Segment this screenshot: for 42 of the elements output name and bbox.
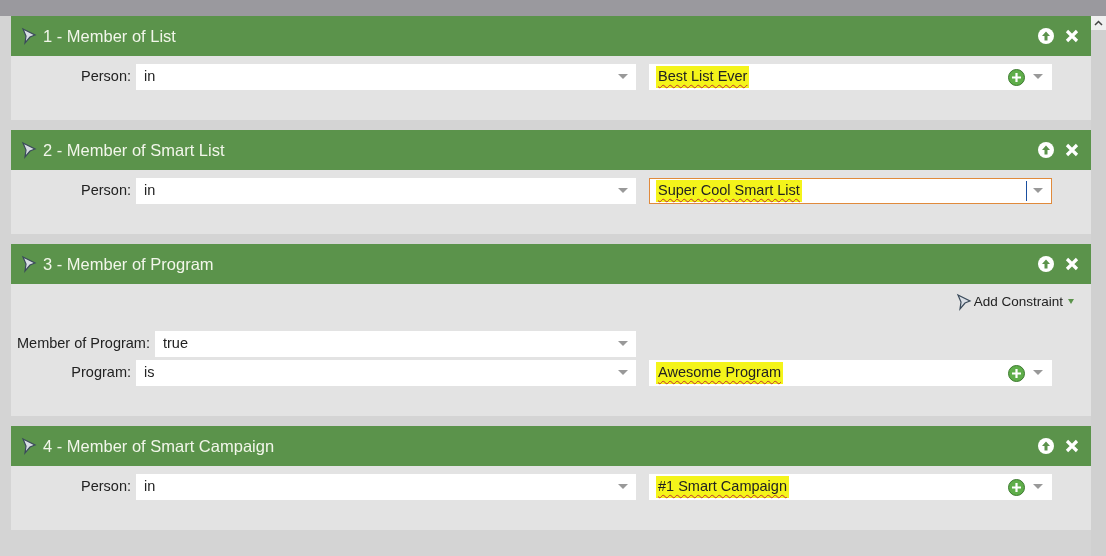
caret-icon xyxy=(618,341,628,348)
field-label: Person: xyxy=(80,67,132,87)
add-icon[interactable] xyxy=(1008,364,1025,382)
filter-title: 3 - Member of Program xyxy=(43,253,214,275)
move-up-icon[interactable] xyxy=(1038,28,1054,44)
value-field[interactable]: Awesome Program xyxy=(649,360,1052,387)
operator-dropdown[interactable]: is xyxy=(136,360,636,387)
field-label: Member of Program: xyxy=(16,334,151,354)
caret-icon xyxy=(1033,188,1043,194)
add-constraint-link[interactable]: Add Constraint xyxy=(973,292,1063,313)
operator-dropdown[interactable]: in xyxy=(136,474,636,501)
filter-title: 4 - Member of Smart Campaign xyxy=(43,435,275,457)
close-icon[interactable] xyxy=(1065,143,1079,157)
caret-icon xyxy=(1033,484,1043,491)
close-icon[interactable] xyxy=(1065,29,1079,43)
filter-title: 2 - Member of Smart List xyxy=(43,139,225,161)
caret-icon xyxy=(1033,74,1043,80)
caret-icon xyxy=(1033,370,1043,377)
scrollbar[interactable] xyxy=(1091,16,1106,556)
caret-icon xyxy=(618,188,628,194)
filter-title: 1 - Member of List xyxy=(43,25,176,47)
caret-icon xyxy=(618,74,628,80)
close-icon[interactable] xyxy=(1065,257,1079,271)
value-field[interactable]: Best List Ever xyxy=(649,64,1052,90)
field-label: Person: xyxy=(80,477,132,497)
operator-dropdown[interactable]: in xyxy=(136,64,636,90)
field-label: Person: xyxy=(80,181,132,201)
add-icon[interactable] xyxy=(1008,68,1025,86)
move-up-icon[interactable] xyxy=(1038,438,1054,455)
value-field[interactable]: Super Cool Smart List xyxy=(649,178,1052,204)
move-up-icon[interactable] xyxy=(1038,256,1054,272)
value-field[interactable]: #1 Smart Campaign xyxy=(649,474,1052,501)
operator-dropdown[interactable]: true xyxy=(154,331,636,358)
text-cursor xyxy=(1026,181,1027,201)
scroll-up-icon[interactable] xyxy=(1094,20,1103,26)
move-up-icon[interactable] xyxy=(1038,142,1054,158)
field-label: Program: xyxy=(70,363,132,383)
close-icon[interactable] xyxy=(1065,439,1079,454)
operator-dropdown[interactable]: in xyxy=(136,178,636,204)
caret-icon xyxy=(618,370,628,377)
add-icon[interactable] xyxy=(1008,478,1025,496)
caret-icon xyxy=(618,484,628,491)
